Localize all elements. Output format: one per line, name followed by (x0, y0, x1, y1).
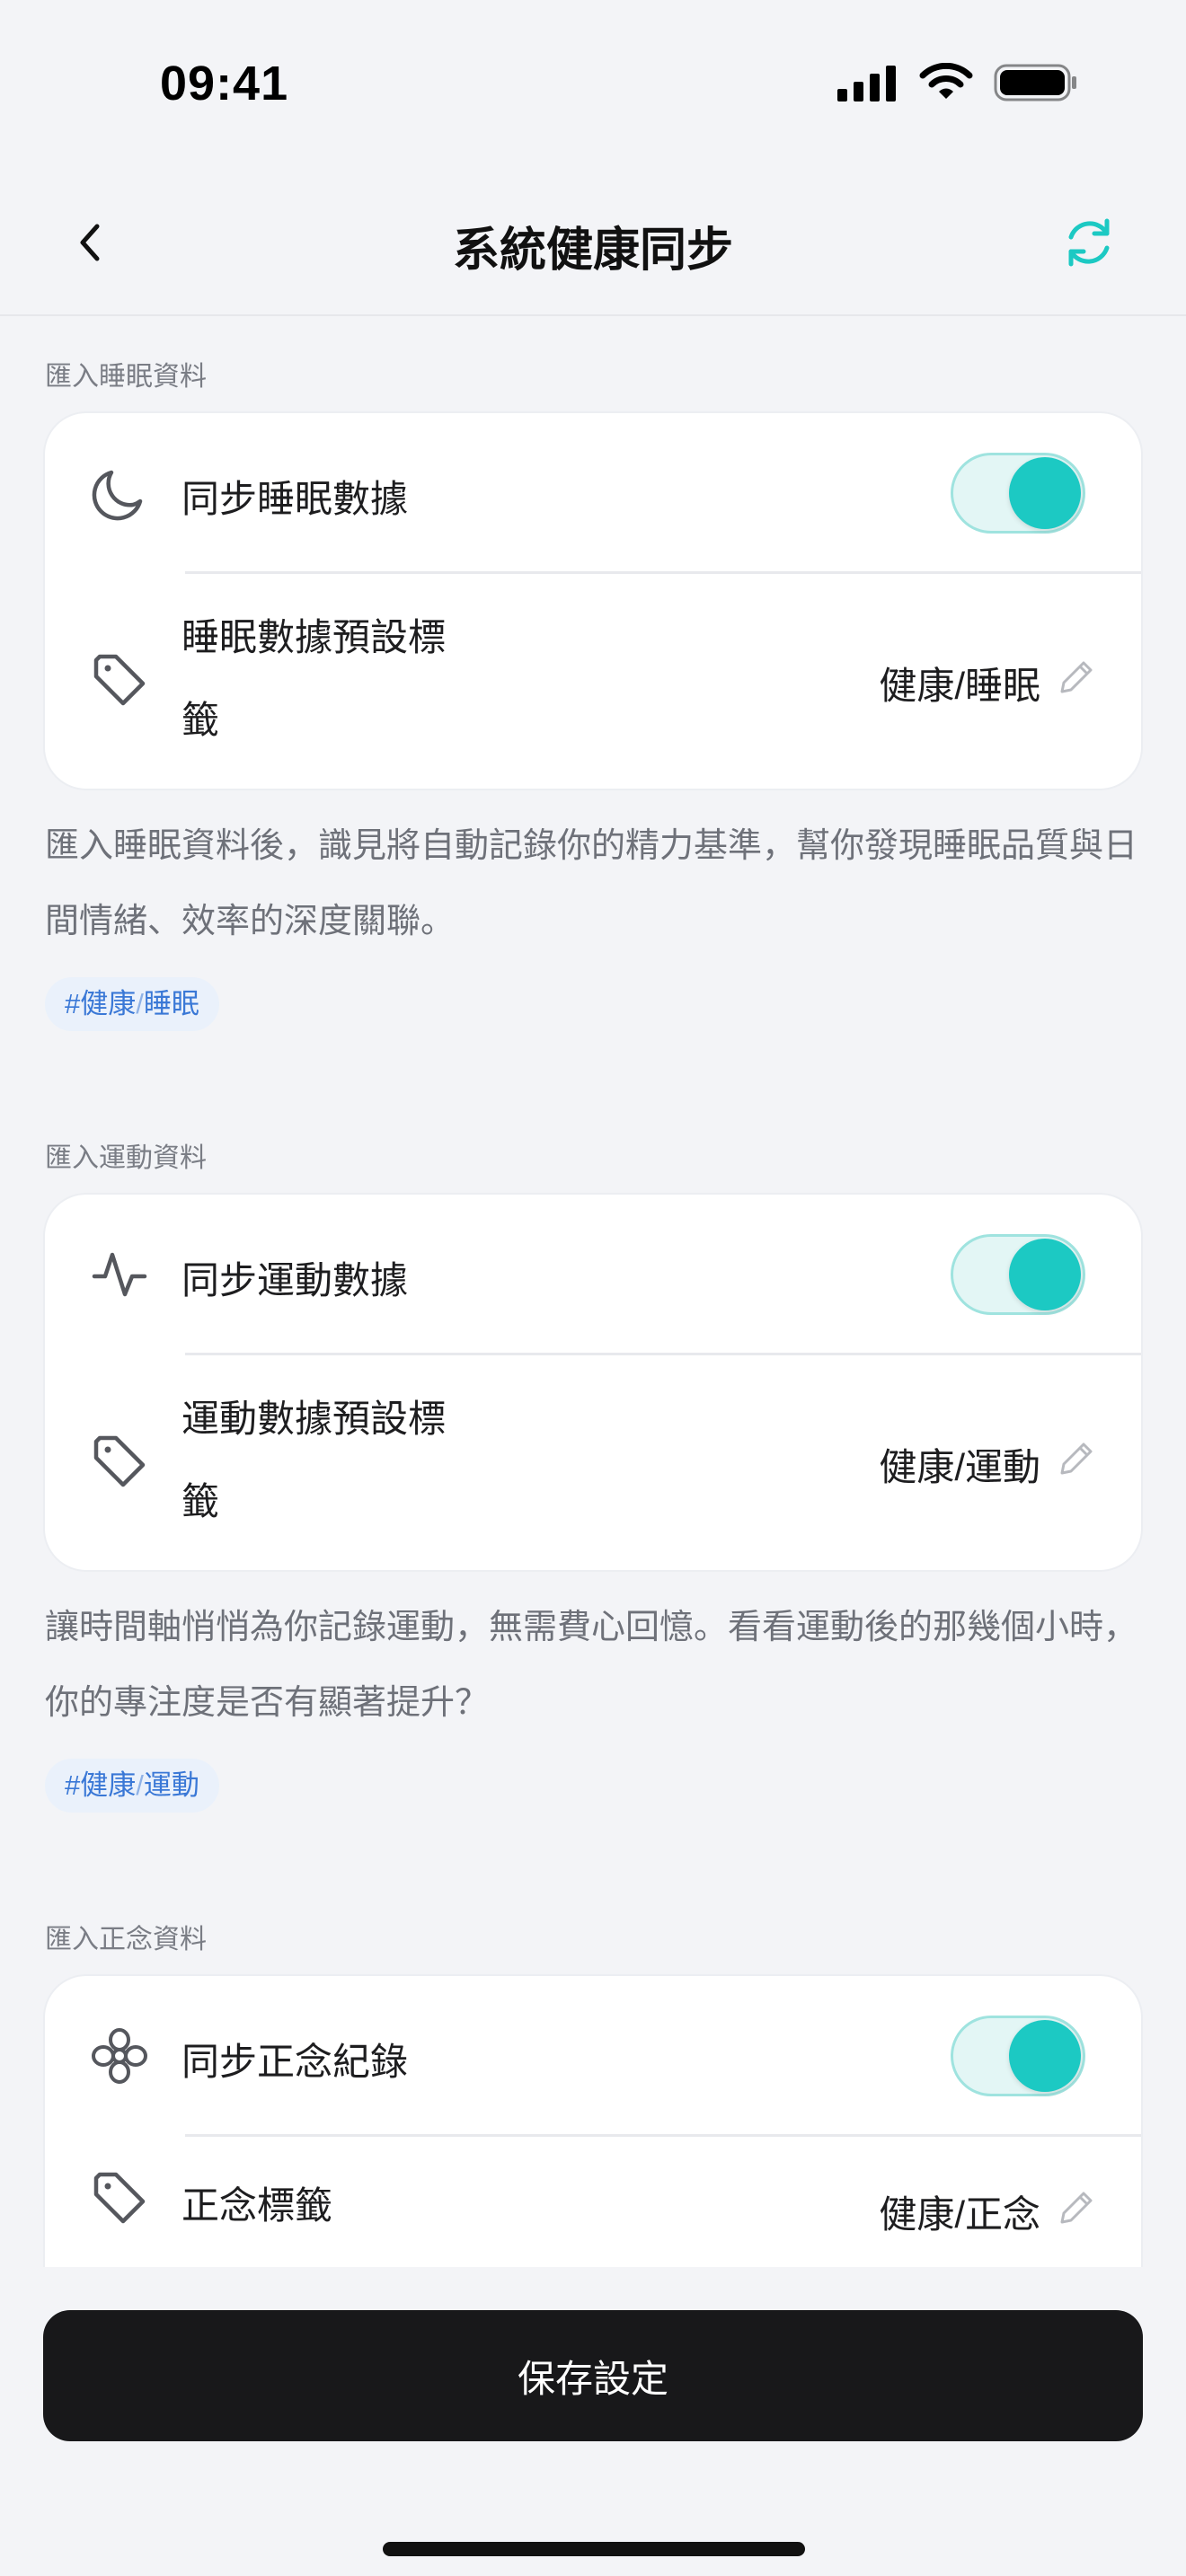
moon-icon (88, 462, 151, 525)
status-bar: 09:41 (0, 0, 1186, 171)
activity-icon (88, 1243, 151, 1306)
mindfulness-tag-label: 正念標籤 (181, 2184, 333, 2227)
exercise-tag-label: 運動數據預設標 籤 (181, 1378, 487, 1543)
section-label-mindfulness: 匯入正念資料 (45, 1925, 207, 1954)
exercise-hashtag[interactable]: #健康/運動 (45, 1759, 219, 1813)
divider (185, 1353, 1141, 1355)
section-label-sleep: 匯入睡眠資料 (45, 362, 207, 392)
battery-icon (994, 64, 1076, 101)
hashtag-prefix: #健康 (65, 1769, 137, 1801)
sync-sleep-label: 同步睡眠數據 (181, 478, 409, 520)
sync-mindfulness-label: 同步正念紀錄 (181, 2041, 409, 2083)
sleep-card: 同步睡眠數據 睡眠數據預設標 籤 健康/睡眠 (43, 411, 1143, 790)
exercise-description: 讓時間軸悄悄為你記錄運動，無需費心回憶。看看運動後的那幾個小時，你的專注度是否有… (45, 1609, 1138, 1722)
sleep-tag-label-line2: 籤 (181, 699, 220, 741)
sync-exercise-label: 同步運動數據 (181, 1259, 409, 1301)
wifi-icon (919, 63, 973, 99)
toggle-knob (1009, 1239, 1081, 1310)
exercise-card: 同步運動數據 運動數據預設標 籤 健康/運動 (43, 1193, 1143, 1572)
mindfulness-tag-value[interactable]: 健康/正念 (879, 2184, 1040, 2239)
pencil-icon[interactable] (1053, 1437, 1098, 1482)
divider (185, 571, 1141, 574)
sync-mindfulness-row: 同步正念紀錄 (45, 1976, 1141, 2136)
sync-mindfulness-toggle[interactable] (951, 2016, 1085, 2096)
sleep-tag-label: 睡眠數據預設標 籤 (181, 596, 487, 762)
exercise-tag-value[interactable]: 健康/運動 (879, 1437, 1040, 1492)
hashtag-prefix: #健康 (65, 988, 137, 1019)
hashtag-separator: / (136, 1769, 144, 1801)
refresh-icon (1068, 218, 1110, 267)
sleep-tag-label-line1: 睡眠數據預設標 (181, 616, 447, 658)
refresh-button[interactable] (1055, 208, 1123, 277)
flower-icon (88, 2025, 151, 2087)
nav-bar: 系統健康同步 (0, 171, 1186, 316)
toggle-knob (1009, 457, 1081, 529)
sync-exercise-row: 同步運動數據 (45, 1195, 1141, 1354)
status-time: 09:41 (160, 57, 289, 110)
page-title: 系統健康同步 (452, 225, 733, 277)
sync-sleep-row: 同步睡眠數據 (45, 413, 1141, 573)
mindfulness-card: 同步正念紀錄 正念標籤 健康/正念 (43, 1974, 1143, 2267)
status-icons (836, 63, 1078, 102)
pencil-icon[interactable] (1053, 656, 1098, 701)
divider (185, 2134, 1141, 2137)
exercise-tag-label-line2: 籤 (181, 1480, 220, 1522)
sync-sleep-toggle[interactable] (951, 453, 1085, 534)
toggle-knob (1009, 2020, 1081, 2092)
sleep-description: 匯入睡眠資料後，識見將自動記錄你的精力基準，幫你發現睡眠品質與日間情緒、效率的深… (45, 827, 1138, 940)
hashtag-separator: / (136, 988, 144, 1019)
sync-exercise-toggle[interactable] (951, 1234, 1085, 1315)
tag-icon (88, 1430, 151, 1493)
settings-content[interactable]: 匯入睡眠資料 同步睡眠數據 睡眠數據預設標 籤 健康/睡眠 匯入睡眠資料後，識見… (0, 318, 1186, 2267)
sleep-tag-value[interactable]: 健康/睡眠 (879, 656, 1040, 710)
tag-icon (88, 648, 151, 711)
exercise-tag-label-line1: 運動數據預設標 (181, 1398, 447, 1440)
section-label-exercise: 匯入運動資料 (45, 1143, 207, 1173)
save-button[interactable]: 保存設定 (43, 2310, 1143, 2441)
cellular-signal-icon (837, 66, 896, 101)
hashtag-tail: 運動 (143, 1769, 199, 1801)
pencil-icon[interactable] (1053, 2186, 1098, 2231)
tag-icon (88, 2166, 151, 2229)
hashtag-tail: 睡眠 (143, 988, 199, 1019)
home-indicator (383, 2542, 805, 2556)
sleep-hashtag[interactable]: #健康/睡眠 (45, 977, 219, 1031)
